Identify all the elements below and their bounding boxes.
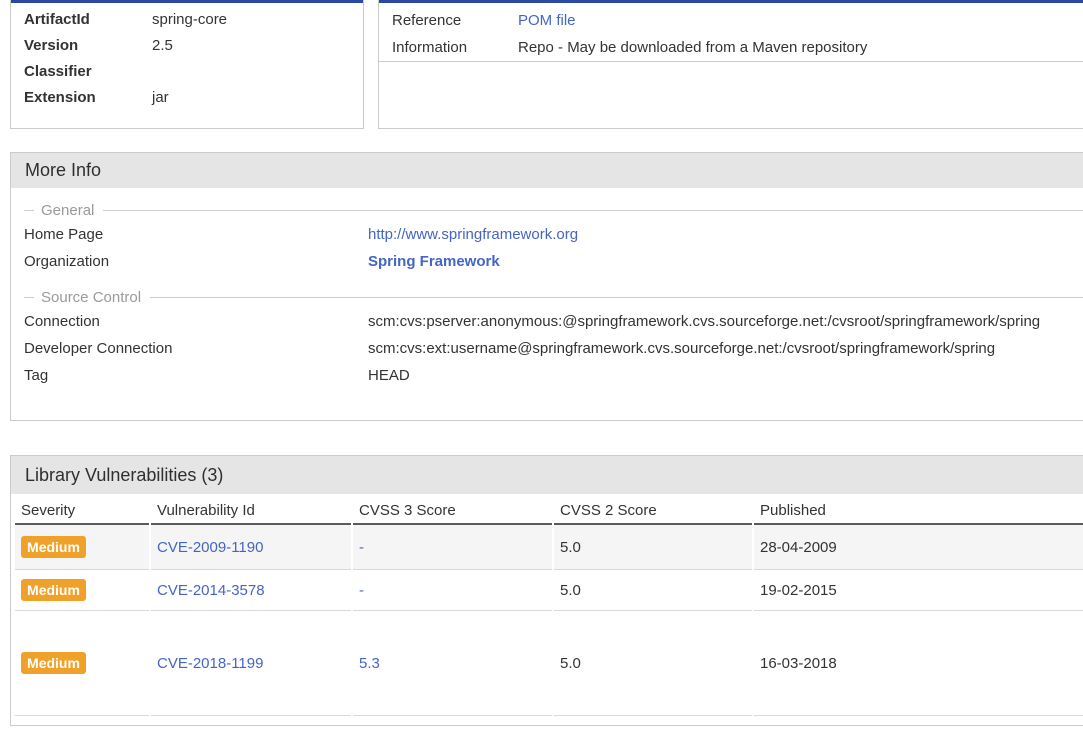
published-cell: 28-04-2009	[754, 525, 1083, 570]
cvss2-score-cell: 5.0	[554, 525, 752, 570]
identifier-row: ArtifactIdspring-core	[24, 7, 363, 33]
vulnerabilities-body: Severity Vulnerability Id CVSS 3 Score C…	[11, 494, 1083, 722]
reference-row-value: POM file	[518, 7, 576, 34]
published-cell: 19-02-2015	[754, 570, 1083, 611]
severity-cell: Medium	[15, 570, 149, 611]
section-legend: General	[24, 200, 1083, 221]
info-row-value: Spring Framework	[368, 248, 500, 275]
vulnerability-row: Medium CVE-2009-1190 - 5.028-04-2009	[15, 525, 1083, 570]
vulnerabilities-table-body: Medium CVE-2009-1190 - 5.028-04-2009 Medium C…	[15, 525, 1083, 716]
legend-line	[150, 297, 1083, 298]
reference-row-label: Information	[392, 34, 518, 61]
info-row-value: scm:cvs:ext:username@springframework.cvs…	[368, 335, 995, 362]
identifier-row-value: 2.5	[152, 33, 173, 59]
identifier-row: Extensionjar	[24, 85, 363, 111]
section-legend: Source Control	[24, 287, 1083, 308]
cvss2-score-cell: 5.0	[554, 611, 752, 716]
identifier-row: Version2.5	[24, 33, 363, 59]
vulnerabilities-header: Library Vulnerabilities (3)	[11, 456, 1083, 494]
info-row-label: Organization	[24, 248, 368, 275]
cvss3-score-link[interactable]: 5.3	[359, 655, 380, 672]
cvss2-score-cell: 5.0	[554, 570, 752, 611]
col-header-vulnerability-id: Vulnerability Id	[151, 500, 351, 525]
info-row-label: Developer Connection	[24, 335, 368, 362]
more-info-header: More Info	[11, 153, 1083, 188]
identifier-row-label: Version	[24, 33, 152, 59]
vulnerability-row: Medium CVE-2014-3578 - 5.019-02-2015	[15, 570, 1083, 611]
cvss3-score-cell: 5.3	[353, 611, 552, 716]
col-header-published: Published	[754, 500, 1083, 525]
vulnerability-id-cell: CVE-2014-3578	[151, 570, 351, 611]
info-row-value: http://www.springframework.org	[368, 221, 578, 248]
legend-dash	[24, 297, 34, 298]
report-viewport: ArtifactIdspring-coreVersion2.5Classifie…	[0, 0, 1083, 733]
identifier-row-value: jar	[152, 85, 169, 111]
severity-badge: Medium	[21, 652, 86, 674]
info-row: OrganizationSpring Framework	[24, 248, 1083, 275]
more-info-panel: More Info General Home Pagehttp://www.spr…	[10, 152, 1083, 421]
legend-label: Source Control	[41, 289, 141, 306]
info-row-label: Home Page	[24, 221, 368, 248]
cvss3-score-cell: -	[353, 525, 552, 570]
vulnerability-row: Medium CVE-2018-1199 5.3 5.016-03-2018	[15, 611, 1083, 716]
info-row-label: Tag	[24, 362, 368, 389]
col-header-severity: Severity	[15, 500, 149, 525]
vulnerability-id-link[interactable]: CVE-2014-3578	[157, 582, 265, 599]
identifier-row-label: Extension	[24, 85, 152, 111]
vulnerability-id-link[interactable]: CVE-2018-1199	[157, 655, 263, 672]
identifier-row: Classifier	[24, 59, 363, 85]
identifier-row-label: ArtifactId	[24, 7, 152, 33]
info-row: Developer Connectionscm:cvs:ext:username…	[24, 335, 1083, 362]
reference-row-value: Repo - May be downloaded from a Maven re…	[518, 34, 867, 61]
cvss3-score-link[interactable]: -	[359, 539, 364, 556]
artifact-reference-box: ReferencePOM fileInformationRepo - May b…	[378, 0, 1083, 129]
info-row: TagHEAD	[24, 362, 1083, 389]
more-info-body: General Home Pagehttp://www.springframewo…	[11, 188, 1083, 389]
cvss3-score-link[interactable]: -	[359, 582, 364, 599]
info-row: Connectionscm:cvs:pserver:anonymous:@spr…	[24, 308, 1083, 335]
reference-box-rows: ReferencePOM fileInformationRepo - May b…	[379, 3, 1083, 62]
legend-line	[103, 210, 1083, 211]
reference-row-label: Reference	[392, 7, 518, 34]
vulnerabilities-table: Severity Vulnerability Id CVSS 3 Score C…	[13, 500, 1083, 716]
identifier-row-value: spring-core	[152, 7, 227, 33]
vulnerability-id-link[interactable]: CVE-2009-1190	[157, 539, 263, 556]
info-row-value-link[interactable]: Spring Framework	[368, 253, 500, 270]
legend-label: General	[41, 202, 94, 219]
artifact-identifier-box: ArtifactIdspring-coreVersion2.5Classifie…	[10, 0, 364, 129]
reference-row-value-link[interactable]: POM file	[518, 12, 576, 29]
legend-dash	[24, 210, 34, 211]
severity-badge: Medium	[21, 579, 86, 601]
info-row-label: Connection	[24, 308, 368, 335]
col-header-cvss3-score: CVSS 3 Score	[353, 500, 552, 525]
reference-row: InformationRepo - May be downloaded from…	[392, 34, 1083, 61]
severity-cell: Medium	[15, 525, 149, 570]
identifier-box-rows: ArtifactIdspring-coreVersion2.5Classifie…	[11, 3, 363, 111]
severity-cell: Medium	[15, 611, 149, 716]
vulnerabilities-table-header-row: Severity Vulnerability Id CVSS 3 Score C…	[15, 500, 1083, 525]
info-row-value: HEAD	[368, 362, 410, 389]
cvss3-score-cell: -	[353, 570, 552, 611]
published-cell: 16-03-2018	[754, 611, 1083, 716]
identifier-row-label: Classifier	[24, 59, 152, 85]
vulnerabilities-panel: Library Vulnerabilities (3) Severity Vul…	[10, 455, 1083, 726]
info-row-value: scm:cvs:pserver:anonymous:@springframewo…	[368, 308, 1040, 335]
reference-row: ReferencePOM file	[392, 7, 1083, 34]
col-header-cvss2-score: CVSS 2 Score	[554, 500, 752, 525]
vulnerability-id-cell: CVE-2009-1190	[151, 525, 351, 570]
info-row: Home Pagehttp://www.springframework.org	[24, 221, 1083, 248]
severity-badge: Medium	[21, 536, 86, 558]
info-row-value-link[interactable]: http://www.springframework.org	[368, 226, 578, 243]
vulnerability-id-cell: CVE-2018-1199	[151, 611, 351, 716]
